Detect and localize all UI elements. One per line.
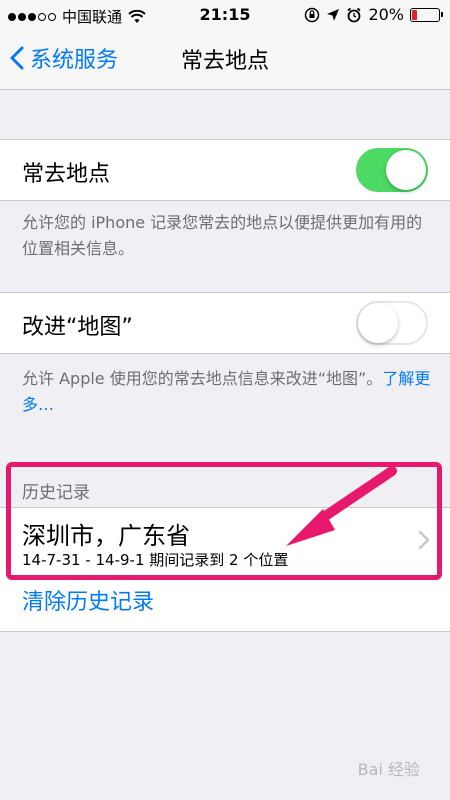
annotation-arrow [286,466,397,546]
watermark: Bai 经验 [357,760,420,779]
